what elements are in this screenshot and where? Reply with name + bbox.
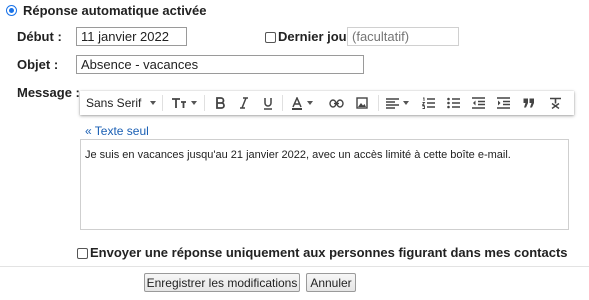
bold-button[interactable]	[209, 91, 231, 115]
indent-less-button[interactable]	[466, 91, 490, 115]
align-icon	[385, 97, 399, 109]
start-date-label: Début :	[17, 29, 62, 44]
remove-formatting-icon	[549, 97, 561, 109]
bulleted-list-icon	[446, 97, 460, 109]
start-date-input[interactable]	[76, 27, 187, 46]
toolbar-separator	[282, 95, 283, 111]
insert-link-button[interactable]	[324, 91, 348, 115]
link-icon	[328, 98, 344, 108]
subject-input[interactable]	[76, 55, 364, 74]
font-size-icon	[172, 98, 186, 108]
auto-reply-on-label: Réponse automatique activée	[23, 3, 207, 18]
message-body-text: Je suis en vacances jusqu'au 21 janvier …	[85, 149, 511, 161]
toolbar-separator	[204, 95, 205, 111]
image-icon	[356, 97, 368, 109]
actions-divider	[0, 266, 589, 267]
align-button[interactable]	[382, 91, 412, 115]
toolbar-separator	[378, 95, 379, 111]
font-size-button[interactable]	[168, 91, 200, 115]
chevron-down-icon	[191, 101, 197, 105]
plain-text-link[interactable]: « Texte seul	[85, 124, 149, 138]
auto-reply-on-radio[interactable]	[6, 5, 17, 16]
bulleted-list-button[interactable]	[441, 91, 465, 115]
save-changes-button[interactable]: Enregistrer les modifications	[144, 273, 300, 292]
italic-button[interactable]	[233, 91, 255, 115]
end-date-checkbox[interactable]	[265, 32, 276, 43]
end-date-input[interactable]	[347, 27, 459, 46]
chevron-down-icon	[402, 101, 409, 105]
chevron-down-icon	[150, 101, 157, 105]
numbered-list-icon	[421, 97, 435, 109]
toolbar-separator	[162, 95, 163, 111]
message-body-editor[interactable]: Je suis en vacances jusqu'au 21 janvier …	[80, 139, 569, 230]
formatting-toolbar: Sans Serif	[80, 91, 574, 115]
text-color-icon	[292, 96, 302, 110]
contacts-only-label: Envoyer une réponse uniquement aux perso…	[90, 245, 568, 260]
subject-label: Objet :	[17, 57, 59, 72]
numbered-list-button[interactable]	[416, 91, 440, 115]
underline-button[interactable]	[257, 91, 279, 115]
chevron-down-icon	[307, 101, 313, 105]
indent-more-icon	[496, 97, 510, 109]
bold-icon	[216, 97, 225, 109]
indent-less-icon	[471, 97, 485, 109]
indent-more-button[interactable]	[491, 91, 515, 115]
quote-button[interactable]	[517, 91, 541, 115]
remove-formatting-button[interactable]	[543, 91, 567, 115]
italic-icon	[240, 97, 248, 109]
cancel-button[interactable]: Annuler	[306, 273, 356, 292]
quote-icon	[523, 98, 534, 108]
insert-image-button[interactable]	[350, 91, 374, 115]
contacts-only-checkbox[interactable]	[77, 248, 88, 259]
font-family-dropdown[interactable]: Sans Serif	[86, 91, 160, 115]
underline-icon	[264, 97, 272, 110]
message-label: Message :	[17, 85, 80, 100]
text-color-button[interactable]	[287, 91, 317, 115]
font-family-value: Sans Serif	[86, 96, 142, 110]
